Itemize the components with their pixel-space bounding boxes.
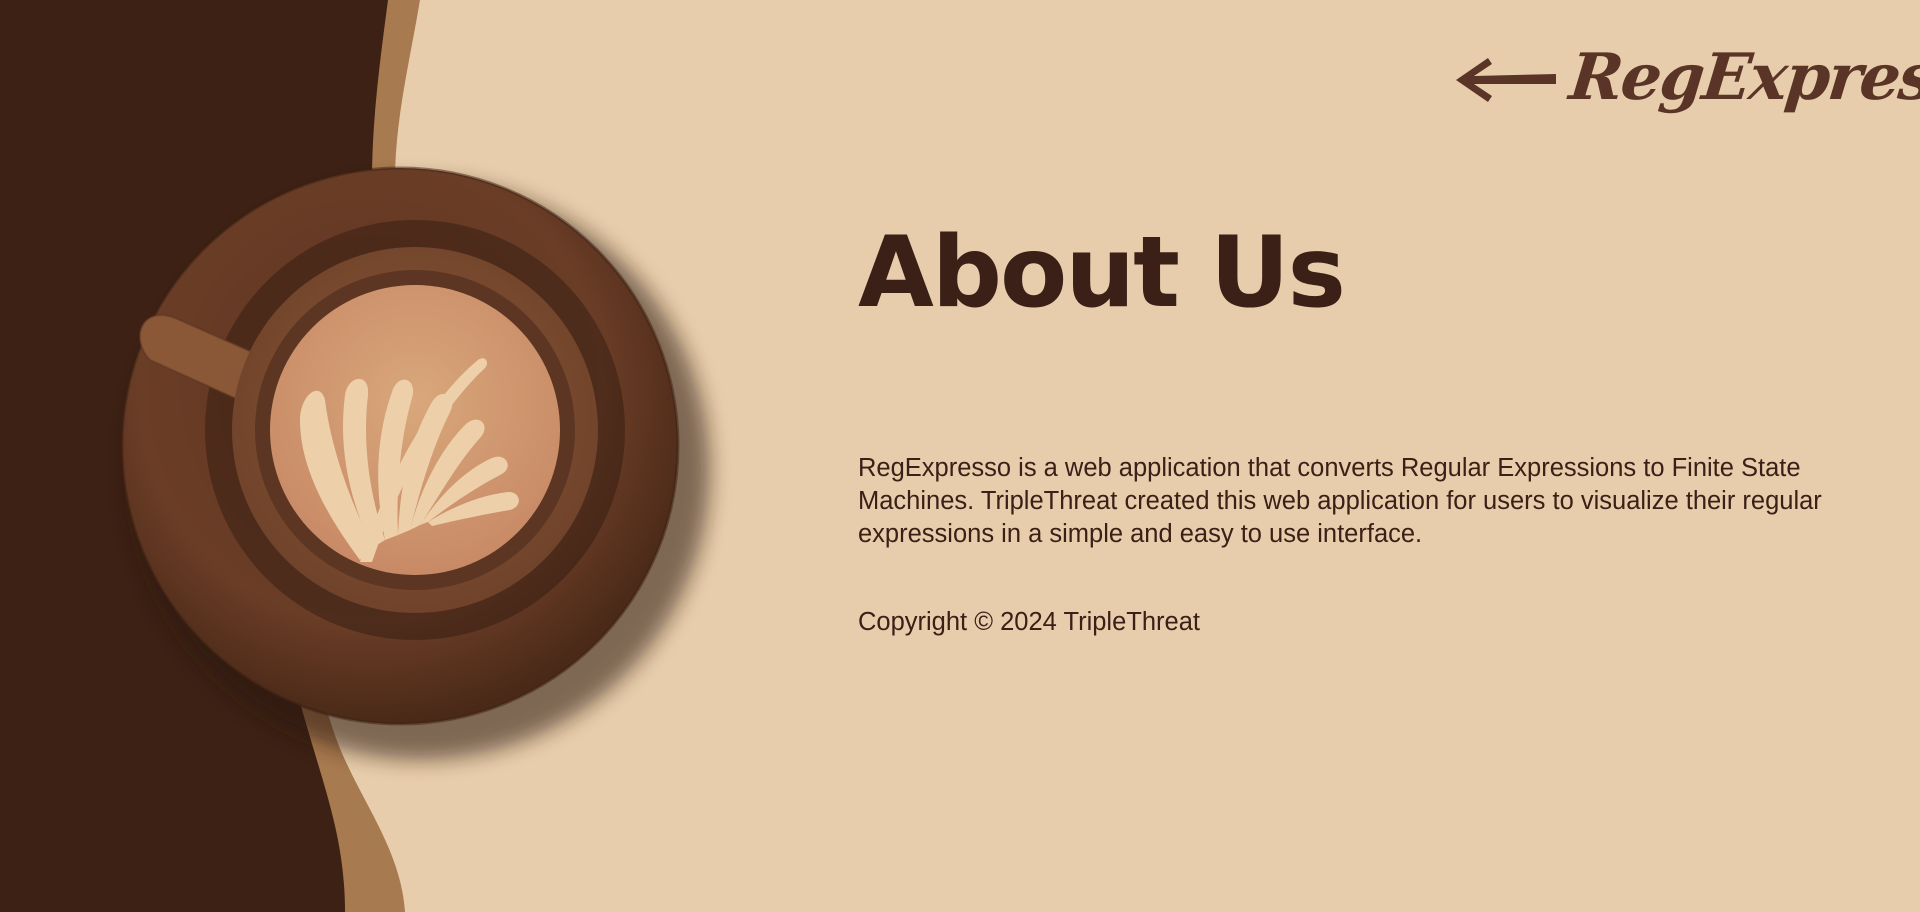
- home-logo-link[interactable]: RegExpresso: [1448, 28, 1920, 128]
- latte-cup-illustration: [0, 0, 710, 912]
- about-description: RegExpresso is a web application that co…: [858, 453, 1822, 548]
- logo-wordmark: RegExpresso: [1566, 40, 1920, 115]
- about-content: About Us RegExpresso is a web applicatio…: [858, 216, 1858, 639]
- copyright-text: Copyright © 2024 TripleThreat: [858, 607, 1200, 636]
- about-page: RegExpresso About Us RegExpresso is a we…: [0, 0, 1920, 912]
- page-title: About Us: [858, 216, 1346, 330]
- arrow-left-icon: [1456, 58, 1556, 102]
